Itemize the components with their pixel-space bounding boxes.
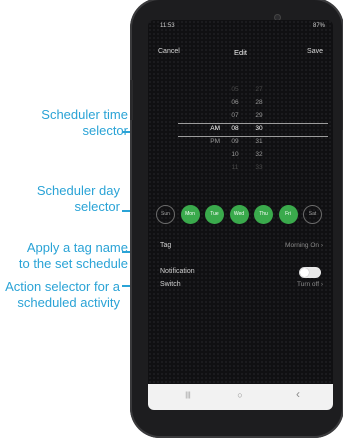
day-wed[interactable]: Wed [229, 205, 249, 224]
picker-min: 31 [255, 138, 263, 145]
callout-day-line2: selector [74, 199, 120, 214]
status-bar: 11:53 87% [148, 20, 333, 32]
status-battery: 87% [312, 23, 325, 29]
tag-label: Tag [160, 242, 172, 249]
picker-min: 29 [255, 112, 263, 119]
day-sat[interactable]: Sat [303, 205, 322, 224]
callout-tag-line2: to the set schedule [18, 256, 128, 271]
picker-hour: 10 [231, 151, 239, 158]
callout-day-selector: Scheduler day selector [0, 183, 120, 215]
picker-hour: 09 [231, 138, 239, 145]
day-sun[interactable]: Sun [156, 205, 175, 224]
picker-row[interactable]: AM 08 30 [148, 123, 333, 135]
tag-row[interactable]: Tag Morning On › [148, 239, 333, 255]
picker-row[interactable]: 06 28 [148, 97, 333, 109]
phone-volume-button [130, 80, 133, 120]
picker-row[interactable]: 07 29 [148, 110, 333, 122]
picker-hour: 08 [231, 125, 239, 132]
callout-time-line2: selector [82, 123, 128, 138]
recent-apps-icon[interactable]: ||| [178, 392, 198, 399]
chevron-right-icon: › [320, 281, 323, 288]
callout-action-line1: Action selector for a [5, 279, 120, 294]
callout-action-line2: scheduled activity [17, 295, 120, 310]
toggle-knob [300, 268, 309, 277]
notification-label: Notification [160, 268, 195, 275]
phone-screen: 11:53 87% Cancel Edit Save 05 27 06 28 07 29 A… [148, 20, 333, 410]
picker-row[interactable]: 05 27 [148, 84, 333, 96]
chevron-right-icon: › [320, 242, 323, 249]
page-title: Edit [234, 48, 247, 57]
home-icon[interactable]: ○ [230, 390, 250, 400]
picker-ampm: PM [210, 138, 220, 145]
header-bar: Cancel Edit Save [148, 48, 333, 62]
tag-value: Morning On › [285, 242, 323, 249]
day-selector: Sun Mon Tue Wed Thu Fri Sat [156, 205, 331, 229]
status-time: 11:53 [160, 23, 175, 29]
picker-row[interactable]: 10 32 [148, 149, 333, 161]
picker-hour: 11 [231, 164, 239, 171]
picker-min: 33 [255, 164, 263, 171]
callout-action: Action selector for a scheduled activity [0, 279, 120, 311]
switch-row[interactable]: Switch Turn off › [148, 278, 333, 294]
picker-hour: 06 [231, 99, 239, 106]
save-button[interactable]: Save [307, 48, 323, 55]
callout-tag-line1: Apply a tag name [26, 240, 128, 255]
back-icon[interactable]: ‹ [288, 387, 308, 401]
callout-time-line1: Scheduler time [41, 107, 128, 122]
picker-hour: 07 [231, 112, 239, 119]
switch-label: Switch [160, 281, 181, 288]
picker-ampm: AM [210, 125, 220, 132]
callout-tag: Apply a tag name to the set schedule [0, 240, 128, 272]
callout-day-line1: Scheduler day [36, 183, 120, 198]
switch-value: Turn off › [296, 281, 323, 288]
callout-time-selector: Scheduler time selector [0, 107, 128, 139]
notification-toggle[interactable] [299, 267, 321, 278]
picker-min: 30 [255, 125, 263, 132]
picker-min: 32 [255, 151, 263, 158]
day-thu[interactable]: Thu [254, 205, 273, 224]
picker-min: 28 [255, 99, 263, 106]
nav-bar: ||| ○ ‹ [148, 384, 333, 410]
day-mon[interactable]: Mon [180, 205, 200, 224]
day-tue[interactable]: Tue [205, 205, 224, 224]
picker-hour: 05 [231, 86, 239, 93]
picker-row[interactable]: 11 33 [148, 162, 333, 174]
picker-min: 27 [255, 86, 263, 93]
picker-row[interactable]: PM 09 31 [148, 136, 333, 148]
day-fri[interactable]: Fri [278, 205, 298, 224]
time-picker[interactable]: 05 27 06 28 07 29 AM 08 30 PM 09 31 10 32 11 33 [148, 78, 333, 196]
